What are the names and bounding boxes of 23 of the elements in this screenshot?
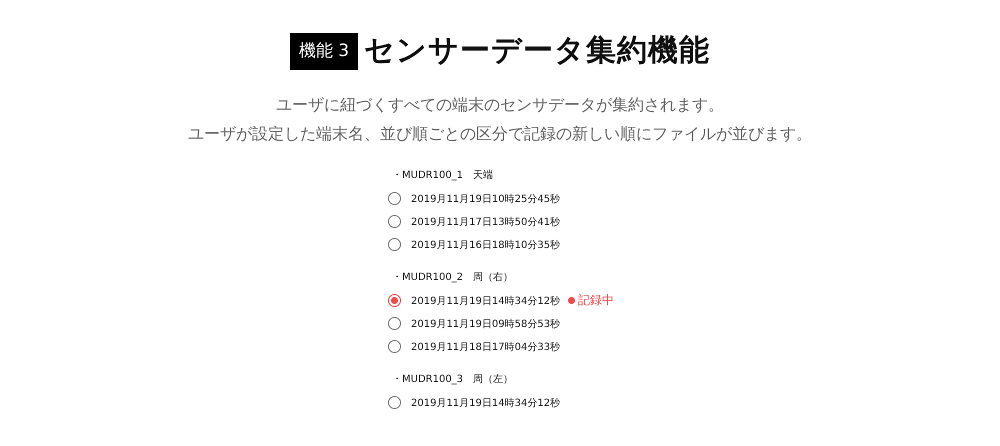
- file-name[interactable]: 2019月11月19日09時58分53秒: [411, 316, 560, 330]
- device-label: ・MUDR100_2 周（右）: [391, 271, 514, 285]
- feature-badge: 機能 3: [290, 32, 358, 70]
- device-label: ・MUDR100_1 天端: [391, 168, 494, 183]
- radio-button[interactable]: [388, 396, 401, 409]
- description-text: ユーザに紐づくすべての端末のセンサデータが集約されます。: [276, 94, 724, 116]
- device-label: ・MUDR100_3 周（左）: [391, 373, 514, 387]
- radio-button[interactable]: [388, 317, 401, 330]
- radio-button[interactable]: [388, 215, 401, 228]
- file-name[interactable]: 2019月11月19日14時34分12秒: [411, 396, 560, 410]
- page-title: センサーデータ集約機能: [364, 32, 710, 70]
- radio-button[interactable]: [388, 238, 401, 251]
- recording-dot-icon: [568, 297, 576, 304]
- file-name[interactable]: 2019月11月17日13時50分41秒: [411, 214, 560, 228]
- radio-button[interactable]: [388, 294, 401, 307]
- recording-status: 記録中: [578, 292, 614, 309]
- file-name[interactable]: 2019月11月18日17時04分33秒: [411, 340, 560, 354]
- description-text: ユーザが設定した端末名、並び順ごとの区分で記録の新しい順にファイルが並びます。: [188, 123, 812, 145]
- radio-button[interactable]: [388, 192, 401, 205]
- file-name[interactable]: 2019月11月19日14時34分12秒: [411, 294, 560, 308]
- file-name[interactable]: 2019月11月19日10時25分45秒: [411, 192, 560, 206]
- file-name[interactable]: 2019月11月16日18時10分35秒: [411, 238, 560, 252]
- radio-button[interactable]: [388, 340, 401, 353]
